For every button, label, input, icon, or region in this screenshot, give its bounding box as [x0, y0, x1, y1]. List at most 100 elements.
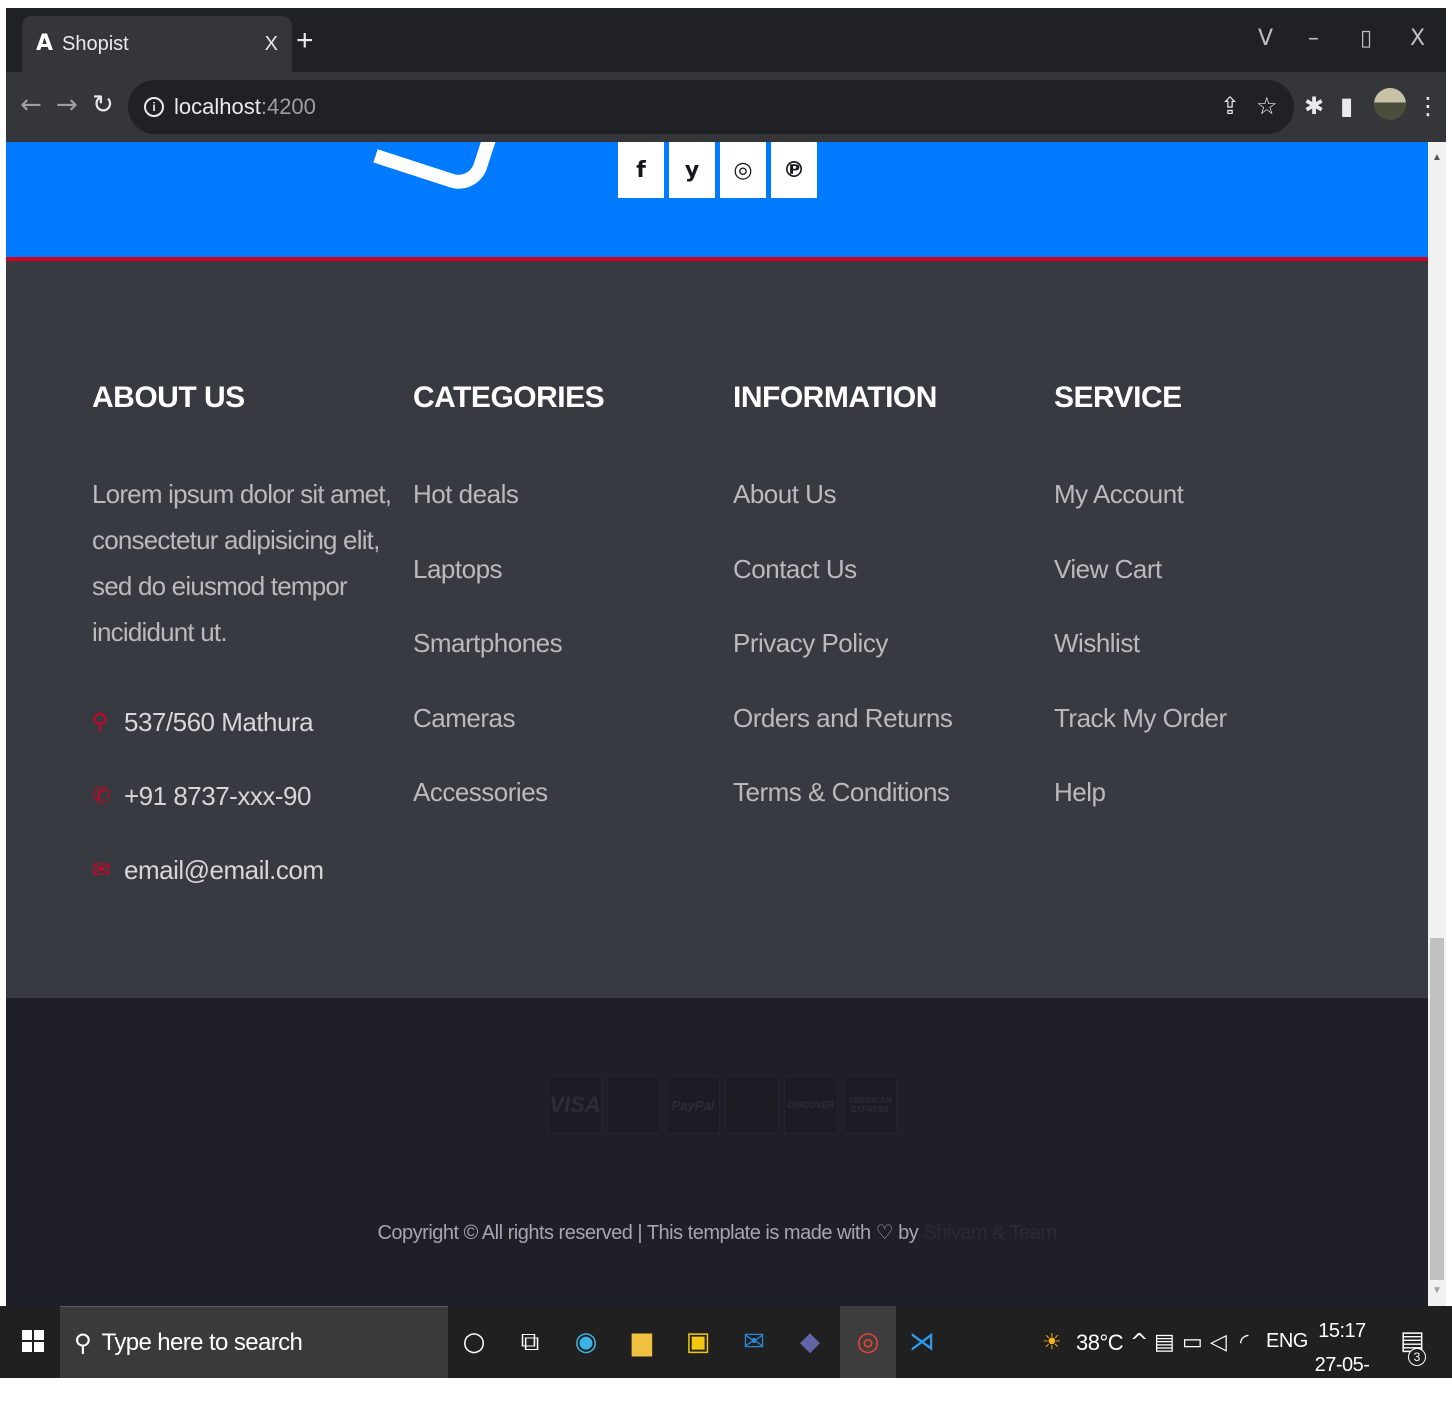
- taskbar-search-box[interactable]: ⚲ Type here to search: [60, 1306, 448, 1378]
- url-bar[interactable]: i localhost:4200: [128, 80, 1294, 134]
- minimize-button[interactable]: –: [1308, 26, 1319, 51]
- contact-phone[interactable]: ✆ +91 8737-xxx-90: [92, 759, 392, 833]
- mastercard-card-icon: [725, 1076, 779, 1134]
- footer-link-about-us[interactable]: About Us: [733, 471, 1033, 546]
- footer-link-cameras[interactable]: Cameras: [413, 695, 713, 770]
- footer-categories-column: CATEGORIES Hot deals Laptops Smartphones…: [413, 381, 713, 844]
- decorative-envelope-icon: [373, 142, 509, 197]
- wifi-icon[interactable]: ◜: [1240, 1330, 1249, 1355]
- extensions-puzzle-icon[interactable]: ✱: [1304, 94, 1324, 118]
- address-text: 537/560 Mathura: [124, 706, 314, 737]
- new-tab-button[interactable]: +: [296, 26, 314, 56]
- reload-button[interactable]: ↻: [92, 92, 114, 118]
- amex-card-icon: AMERICAN EXPRESS: [843, 1076, 897, 1134]
- footer-link-orders-returns[interactable]: Orders and Returns: [733, 695, 1033, 770]
- weather-temp[interactable]: 38°C: [1076, 1330, 1124, 1356]
- footer-link-privacy-policy[interactable]: Privacy Policy: [733, 620, 1033, 695]
- social-links: f y ◎ ℗: [618, 142, 817, 198]
- weather-icon[interactable]: ☀: [1042, 1330, 1062, 1355]
- edge-browser-icon[interactable]: ◉: [570, 1326, 602, 1358]
- twitter-icon[interactable]: y: [669, 142, 715, 198]
- menu-kebab-icon[interactable]: ⋮: [1416, 94, 1440, 118]
- tab-search-button[interactable]: V: [1258, 26, 1273, 51]
- bookmark-star-icon[interactable]: ☆: [1256, 94, 1278, 118]
- scroll-down-arrow-icon[interactable]: ▼: [1432, 1285, 1442, 1296]
- tab-close-button[interactable]: X: [265, 33, 278, 56]
- chrome-icon[interactable]: ◎: [852, 1326, 884, 1358]
- footer-link-help[interactable]: Help: [1054, 769, 1354, 844]
- windows-taskbar: ⚲ Type here to search ○ ⧉ ◉ ▆ ▣ ✉ ◆ ◎ ⋊ …: [0, 1306, 1452, 1410]
- copyright-author-link[interactable]: Shivam & Team: [923, 1222, 1057, 1244]
- microsoft-store-icon[interactable]: ▣: [682, 1326, 714, 1358]
- tray-chevron-icon[interactable]: ^: [1130, 1330, 1148, 1355]
- profile-avatar[interactable]: [1374, 88, 1406, 120]
- discover-card-icon: DISCOVER: [784, 1076, 838, 1134]
- footer-link-laptops[interactable]: Laptops: [413, 546, 713, 621]
- task-view-icon[interactable]: ⧉: [514, 1326, 546, 1358]
- footer-link-smartphones[interactable]: Smartphones: [413, 620, 713, 695]
- side-panel-icon[interactable]: ▮: [1340, 94, 1353, 118]
- footer-information-column: INFORMATION About Us Contact Us Privacy …: [733, 381, 1033, 844]
- credit-card-icon: [607, 1076, 661, 1134]
- footer-service-title: SERVICE: [1054, 381, 1182, 414]
- page-viewport: f y ◎ ℗ ABOUT US Lorem ipsum dolor sit a…: [6, 142, 1428, 1306]
- phone-icon: ✆: [92, 783, 110, 809]
- footer-information-title: INFORMATION: [733, 381, 937, 414]
- instagram-icon[interactable]: ◎: [720, 142, 766, 198]
- scrollbar-thumb[interactable]: [1430, 938, 1444, 1280]
- map-marker-icon: ⚲: [92, 709, 108, 735]
- close-window-button[interactable]: X: [1410, 26, 1425, 51]
- service-list: My Account View Cart Wishlist Track My O…: [1054, 471, 1354, 844]
- footer-link-wishlist[interactable]: Wishlist: [1054, 620, 1354, 695]
- back-button[interactable]: ←: [20, 92, 42, 118]
- footer-top: ABOUT US Lorem ipsum dolor sit amet, con…: [6, 261, 1428, 998]
- footer-link-track-order[interactable]: Track My Order: [1054, 695, 1354, 770]
- volume-muted-icon[interactable]: ◁: [1210, 1330, 1227, 1355]
- mail-icon[interactable]: ✉: [738, 1326, 770, 1358]
- vscode-icon[interactable]: ⋊: [906, 1326, 938, 1358]
- cortana-icon[interactable]: ○: [458, 1326, 490, 1358]
- facebook-icon[interactable]: f: [618, 142, 664, 198]
- footer-about-column: ABOUT US Lorem ipsum dolor sit amet, con…: [92, 381, 392, 907]
- pinterest-icon[interactable]: ℗: [771, 142, 817, 198]
- copyright-text: Copyright © All rights reserved | This t…: [377, 1222, 871, 1244]
- page-scrollbar[interactable]: ▲ ▼: [1428, 142, 1446, 1306]
- contact-email[interactable]: ✉ email@email.com: [92, 833, 392, 907]
- forward-button[interactable]: →: [56, 92, 78, 118]
- search-icon: ⚲: [74, 1328, 92, 1357]
- about-text: Lorem ipsum dolor sit amet, consectetur …: [92, 479, 392, 647]
- windows-start-icon[interactable]: [22, 1330, 44, 1352]
- information-list: About Us Contact Us Privacy Policy Order…: [733, 471, 1033, 844]
- tray-app-icon[interactable]: ▤: [1154, 1330, 1175, 1355]
- footer-link-my-account[interactable]: My Account: [1054, 471, 1354, 546]
- footer-link-contact-us[interactable]: Contact Us: [733, 546, 1033, 621]
- contact-address[interactable]: ⚲ 537/560 Mathura: [92, 685, 392, 759]
- footer-link-terms[interactable]: Terms & Conditions: [733, 769, 1033, 844]
- footer-about-title: ABOUT US: [92, 381, 245, 414]
- system-clock[interactable]: 15:17 27-05-2022: [1302, 1314, 1382, 1416]
- file-explorer-icon[interactable]: ▆: [626, 1326, 658, 1358]
- share-icon[interactable]: ⇪: [1220, 94, 1240, 118]
- angular-favicon-icon: A: [36, 31, 54, 56]
- copyright-by: by: [898, 1222, 919, 1244]
- footer-categories-title: CATEGORIES: [413, 381, 605, 414]
- clock-time: 15:17: [1318, 1320, 1366, 1342]
- footer-link-view-cart[interactable]: View Cart: [1054, 546, 1354, 621]
- browser-tab[interactable]: A Shopist X: [22, 16, 292, 72]
- url-host: localhost: [174, 94, 261, 119]
- restore-button[interactable]: ▯: [1360, 26, 1372, 51]
- visa-card-icon: VISA: [548, 1076, 602, 1134]
- heart-icon: ♡: [875, 1220, 894, 1244]
- footer-link-hot-deals[interactable]: Hot deals: [413, 471, 713, 546]
- teams-icon[interactable]: ◆: [794, 1326, 826, 1358]
- scroll-up-arrow-icon[interactable]: ▲: [1432, 152, 1442, 163]
- phone-text: +91 8737-xxx-90: [124, 780, 311, 811]
- footer-link-accessories[interactable]: Accessories: [413, 769, 713, 844]
- copyright: Copyright © All rights reserved | This t…: [6, 1220, 1428, 1245]
- email-text: email@email.com: [124, 854, 324, 885]
- battery-icon[interactable]: ▭: [1182, 1330, 1203, 1355]
- tab-title: Shopist: [62, 32, 129, 55]
- search-placeholder: Type here to search: [101, 1328, 303, 1356]
- site-info-icon[interactable]: i: [144, 97, 164, 117]
- envelope-icon: ✉: [92, 857, 110, 883]
